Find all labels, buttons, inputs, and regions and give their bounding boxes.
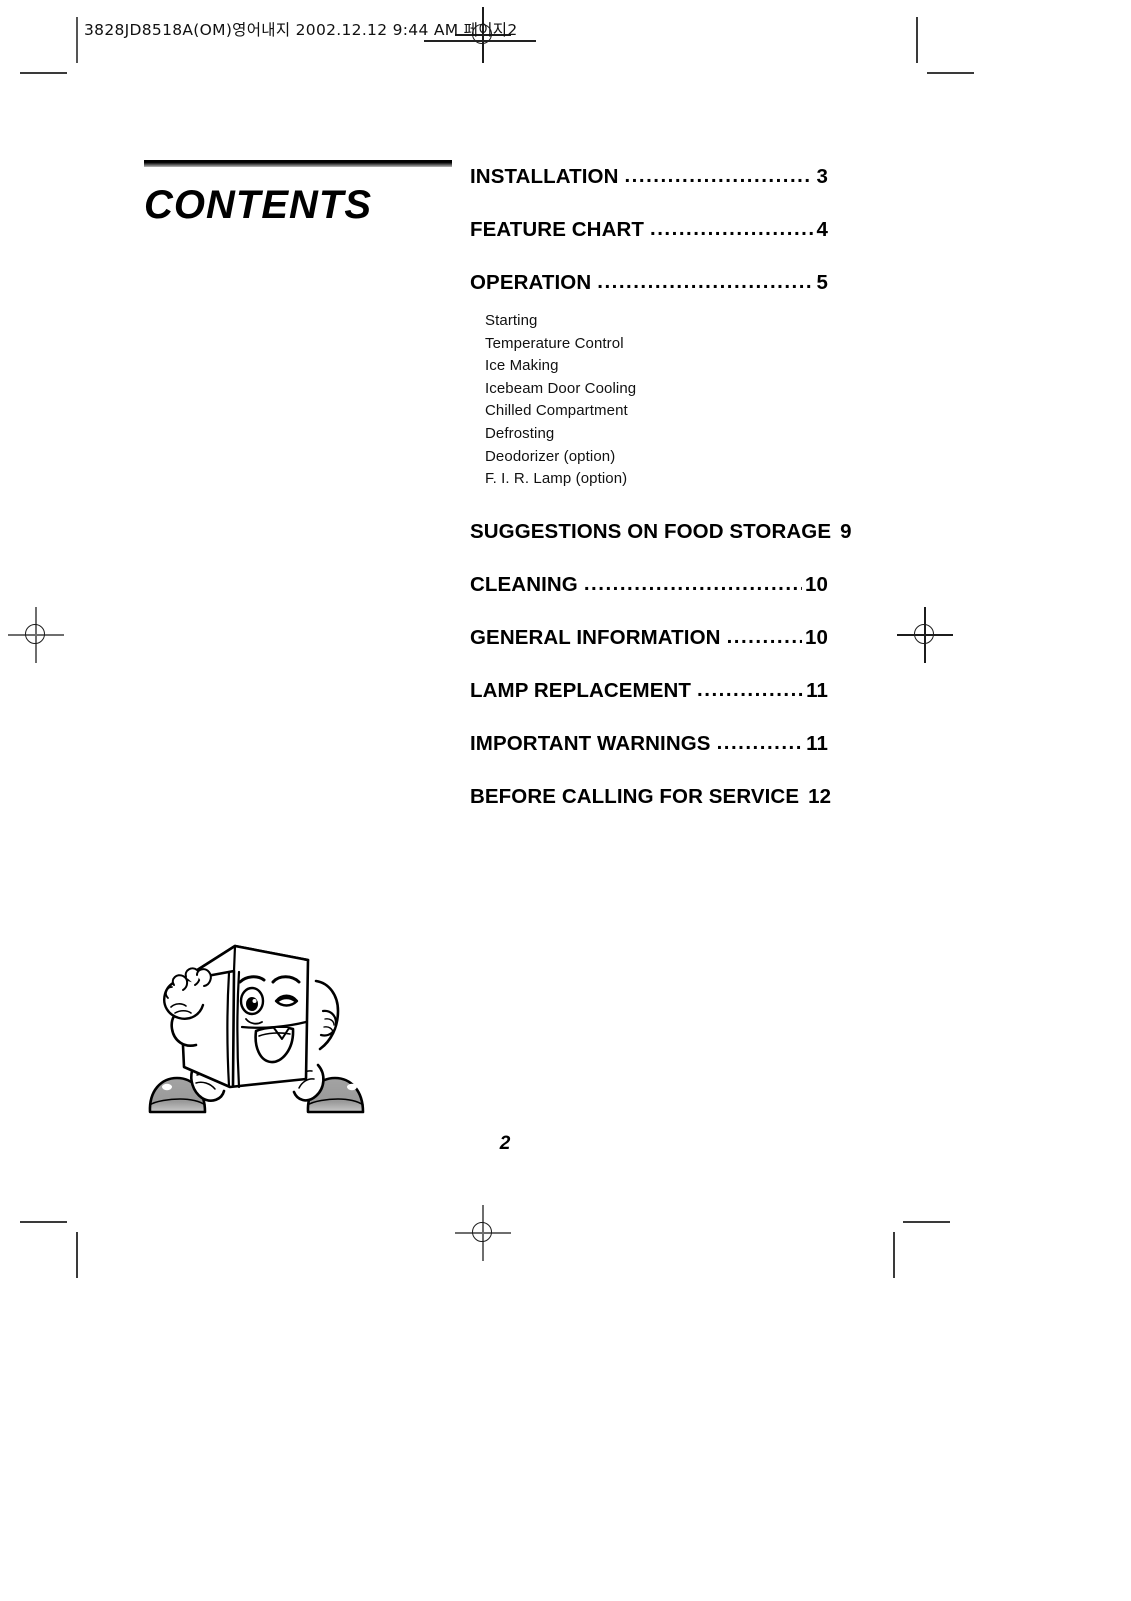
- toc-page-number: 3: [816, 165, 828, 188]
- refrigerator-mascot-illustration: [130, 915, 398, 1115]
- toc-entry-before-calling-for-service[interactable]: BEFORE CALLING FOR SERVICE .............…: [470, 784, 832, 809]
- toc-entry-feature-chart[interactable]: FEATURE CHART ..........................…: [470, 217, 828, 242]
- toc-spacer: [470, 189, 828, 218]
- toc-label: GENERAL INFORMATION: [470, 625, 721, 649]
- registration-mark-right: [897, 607, 953, 663]
- crop-mark-top-right-vertical: [916, 17, 918, 63]
- toc-entry-cleaning[interactable]: CLEANING ...............................…: [470, 571, 828, 597]
- list-item[interactable]: Temperature Control: [485, 333, 828, 356]
- toc-leader-dots: ........................................…: [624, 164, 813, 187]
- toc-page-number: 11: [806, 678, 828, 702]
- toc-entry-important-warnings[interactable]: IMPORTANT WARNINGS .....................…: [470, 730, 828, 756]
- crop-mark-bottom-right-vertical: [893, 1232, 895, 1278]
- registration-mark-circle: [25, 624, 45, 644]
- crop-mark-bottom-right-horizontal: [903, 1221, 950, 1223]
- toc-leader-dots: ........................................…: [597, 270, 814, 293]
- crop-mark-top-right-horizontal: [927, 72, 974, 74]
- toc-label: BEFORE CALLING FOR SERVICE: [470, 784, 800, 808]
- registration-mark-circle: [472, 1222, 492, 1242]
- toc-leader-dots: ........................................…: [726, 624, 802, 648]
- list-item[interactable]: Ice Making: [485, 355, 828, 378]
- toc-page-number: 9: [840, 519, 852, 543]
- list-item[interactable]: Starting: [485, 310, 828, 333]
- toc-label: CLEANING: [470, 572, 578, 596]
- list-item[interactable]: Chilled Compartment: [485, 400, 828, 423]
- toc-entry-lamp-replacement[interactable]: LAMP REPLACEMENT .......................…: [470, 677, 828, 703]
- registration-mark-left: [8, 607, 64, 663]
- contents-title-block: CONTENTS: [144, 160, 454, 228]
- toc-label: IMPORTANT WARNINGS: [470, 731, 711, 755]
- registration-mark-circle: [914, 624, 934, 644]
- list-item[interactable]: Deodorizer (option): [485, 446, 828, 469]
- left-eye-highlight: [252, 999, 257, 1003]
- print-slug-line: 3828JD8518A(OM)영어내지 2002.12.12 9:44 AM 페…: [84, 21, 518, 39]
- slug-rule: [424, 40, 536, 42]
- list-item[interactable]: Defrosting: [485, 423, 828, 446]
- toc-leader-dots: ........................................…: [716, 730, 804, 754]
- toc-spacer: [470, 491, 828, 520]
- page-title: CONTENTS: [144, 183, 372, 227]
- toc-page-number: 10: [804, 625, 828, 649]
- toc-leader-dots: ........................................…: [697, 677, 803, 701]
- toc-page-number: 12: [808, 784, 832, 808]
- right-shoe-highlight: [347, 1083, 357, 1091]
- registration-mark-bottom-center: [455, 1205, 511, 1261]
- crop-mark-bottom-left-horizontal: [20, 1221, 67, 1223]
- page-number: 2: [499, 1133, 511, 1154]
- operation-subitem-list: Starting Temperature Control Ice Making …: [485, 310, 828, 491]
- toc-spacer: [470, 703, 828, 732]
- left-eye-pupil: [246, 997, 258, 1011]
- toc-label: LAMP REPLACEMENT: [470, 678, 692, 702]
- title-gradient-rule: [144, 160, 452, 167]
- toc-label: INSTALLATION: [470, 165, 619, 188]
- toc-page-number: 10: [804, 572, 828, 596]
- left-shoe-highlight: [162, 1083, 172, 1091]
- toc-page-number: 5: [816, 271, 828, 294]
- list-item[interactable]: F. I. R. Lamp (option): [485, 468, 828, 491]
- toc-label: SUGGESTIONS ON FOOD STORAGE: [470, 519, 832, 543]
- toc-label: FEATURE CHART: [470, 218, 645, 241]
- toc-spacer: [470, 650, 828, 679]
- crop-mark-bottom-left-vertical: [76, 1232, 78, 1278]
- toc-leader-dots: ........................................…: [650, 217, 813, 240]
- toc-spacer: [470, 242, 828, 271]
- toc-spacer: [470, 544, 828, 573]
- toc-leader-dots: ........................................…: [583, 571, 802, 595]
- toc-page-number: 11: [806, 731, 828, 755]
- toc-label: OPERATION: [470, 271, 592, 294]
- toc-spacer: [470, 756, 828, 785]
- crop-mark-top-left-horizontal: [20, 72, 67, 74]
- list-item[interactable]: Icebeam Door Cooling: [485, 378, 828, 401]
- toc-entry-general-information[interactable]: GENERAL INFORMATION ....................…: [470, 624, 828, 650]
- table-of-contents: INSTALLATION ...........................…: [470, 164, 852, 809]
- toc-spacer: [470, 597, 828, 626]
- refrigerator-mascot-icon: [148, 944, 365, 1114]
- toc-page-number: 4: [816, 218, 828, 241]
- toc-entry-installation[interactable]: INSTALLATION ...........................…: [470, 164, 828, 189]
- slug-divider: [76, 17, 78, 63]
- toc-entry-suggestions-on-food-storage[interactable]: SUGGESTIONS ON FOOD STORAGE ............…: [470, 519, 852, 544]
- toc-entry-operation[interactable]: OPERATION ..............................…: [470, 270, 828, 295]
